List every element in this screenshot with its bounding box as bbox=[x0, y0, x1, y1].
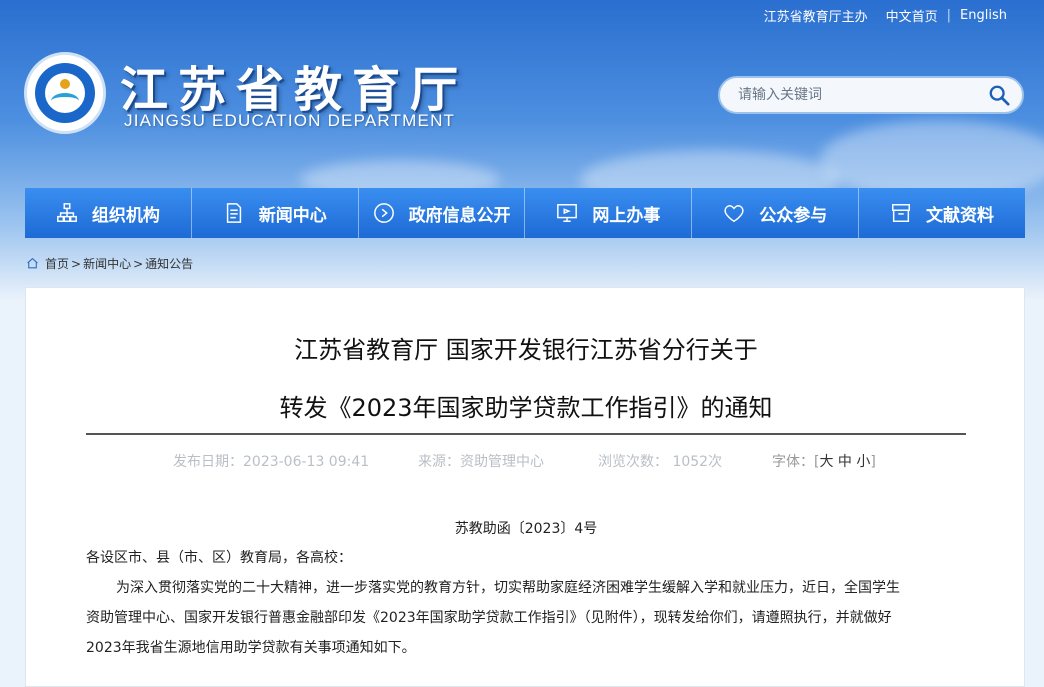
search-icon[interactable] bbox=[988, 84, 1010, 106]
paragraph-line: 2023年我省生源地信用助学贷款有关事项通知如下。 bbox=[86, 640, 416, 656]
breadcrumb-home[interactable]: 首页 bbox=[45, 255, 69, 272]
nav-item-online-service[interactable]: 网上办事 bbox=[525, 188, 693, 238]
font-size-control: 字体：[大 中 小] bbox=[772, 451, 876, 471]
main-nav: 组织机构 新闻中心 政府信息公开 网上办事 公众参与 文献资料 bbox=[25, 188, 1025, 238]
salutation: 各设区市、县（市、区）教育局，各高校： bbox=[86, 550, 352, 566]
font-size-close: ] bbox=[870, 454, 876, 470]
font-size-label: 字体：[ bbox=[772, 454, 820, 470]
breadcrumb-sep: > bbox=[71, 256, 82, 271]
article-title-line1: 江苏省教育厅 国家开发银行江苏省分行关于 bbox=[294, 336, 758, 364]
nav-label: 政府信息公开 bbox=[408, 205, 511, 226]
font-small-button[interactable]: 小 bbox=[856, 454, 870, 470]
article-card: 江苏省教育厅 国家开发银行江苏省分行关于 转发《2023年国家助学贷款工作指引》… bbox=[25, 287, 1025, 687]
nav-item-organization[interactable]: 组织机构 bbox=[25, 188, 192, 238]
monitor-icon bbox=[557, 204, 578, 222]
article-source: 来源：资助管理中心 bbox=[418, 454, 544, 470]
paragraph-line: 资助管理中心、国家开发银行普惠金融部印发《2023年国家助学贷款工作指引》（见附… bbox=[86, 610, 892, 626]
home-icon bbox=[27, 257, 38, 269]
nav-label: 公众参与 bbox=[759, 205, 828, 226]
site-subtitle: JIANGSU EDUCATION DEPARTMENT bbox=[124, 111, 456, 130]
document-icon bbox=[226, 203, 241, 223]
article-title-line2: 转发《2023年国家助学贷款工作指引》的通知 bbox=[279, 394, 773, 422]
archive-icon bbox=[892, 204, 911, 222]
site-title[interactable]: 江苏省教育厅 bbox=[120, 50, 468, 120]
heart-icon bbox=[724, 205, 744, 223]
paragraph-line: 为深入贯彻落实党的二十大精神，进一步落实党的教育方针，切实帮助家庭经济困难学生缓… bbox=[116, 580, 900, 596]
top-link-divider: | bbox=[946, 8, 952, 23]
font-medium-button[interactable]: 中 bbox=[838, 454, 852, 470]
breadcrumb: 首页 > 新闻中心 > 通知公告 bbox=[26, 255, 193, 272]
view-count: 浏览次数： 1052次 bbox=[598, 454, 723, 470]
font-large-button[interactable]: 大 bbox=[819, 454, 833, 470]
breadcrumb-current[interactable]: 通知公告 bbox=[145, 255, 193, 272]
nav-label: 文献资料 bbox=[926, 205, 995, 226]
nav-label: 网上办事 bbox=[592, 205, 661, 226]
sponsor-text: 江苏省教育厅主办 bbox=[763, 10, 868, 25]
top-links: 江苏省教育厅主办 中文首页 | English bbox=[755, 6, 1016, 25]
nav-label: 组织机构 bbox=[91, 205, 160, 226]
title-divider bbox=[86, 433, 966, 435]
nav-label: 新闻中心 bbox=[258, 205, 327, 226]
document-number: 苏教助函〔2023〕4号 bbox=[454, 521, 598, 537]
english-link[interactable]: English bbox=[951, 8, 1016, 23]
org-chart-icon bbox=[57, 203, 77, 222]
nav-item-news[interactable]: 新闻中心 bbox=[192, 188, 359, 238]
search-input[interactable] bbox=[736, 86, 970, 104]
search-box bbox=[718, 76, 1024, 114]
nav-item-gov-info[interactable]: 政府信息公开 bbox=[359, 188, 526, 238]
logo-emblem-icon[interactable] bbox=[24, 52, 106, 134]
breadcrumb-sep: > bbox=[133, 256, 144, 271]
breadcrumb-news[interactable]: 新闻中心 bbox=[83, 255, 131, 272]
publish-date: 发布日期：2023-06-13 09:41 bbox=[173, 454, 370, 470]
nav-item-documents[interactable]: 文献资料 bbox=[859, 188, 1025, 238]
play-circle-icon bbox=[373, 203, 394, 223]
nav-item-public-participation[interactable]: 公众参与 bbox=[692, 188, 860, 238]
chinese-home-link[interactable]: 中文首页 bbox=[877, 6, 947, 25]
